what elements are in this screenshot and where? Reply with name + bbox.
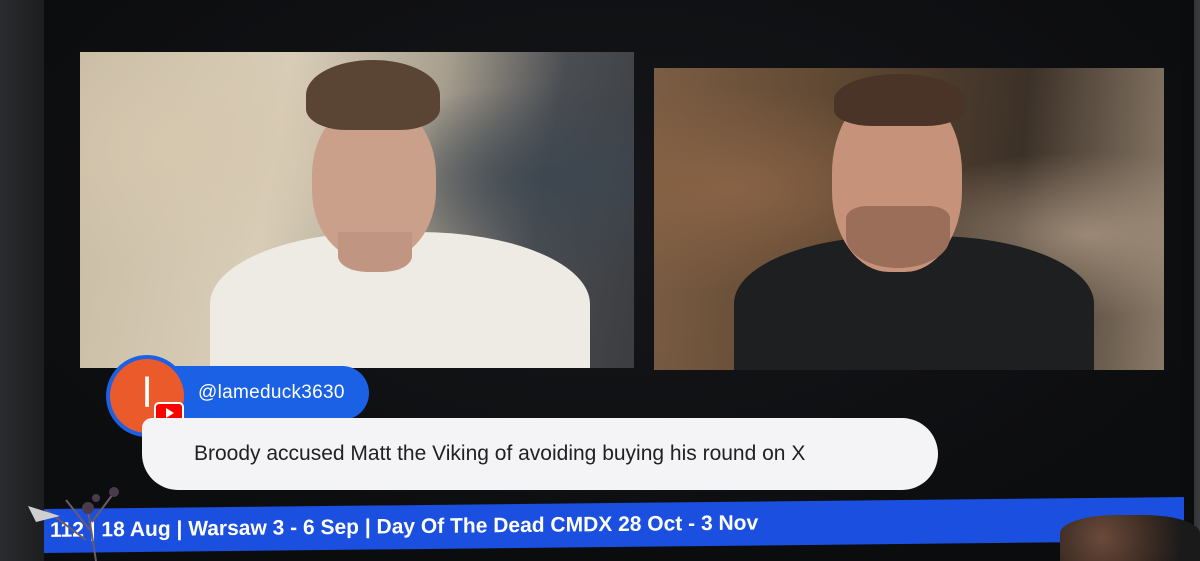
chat-username-pill: @lameduck3630 xyxy=(174,366,369,420)
chat-message-bubble: Broody accused Matt the Viking of avoidi… xyxy=(142,418,938,490)
person-left-neck xyxy=(338,232,412,272)
video-feed-right xyxy=(654,68,1164,370)
ticker-text: 112 | 18 Aug | Warsaw 3 - 6 Sep | Day Of… xyxy=(50,511,759,542)
person-right-hair xyxy=(834,74,964,126)
chat-username: @lameduck3630 xyxy=(198,382,345,403)
television: @lameduck3630 l Broody accused Matt the … xyxy=(44,0,1194,561)
video-feed-left xyxy=(80,52,634,368)
dried-plant-decoration xyxy=(28,487,119,561)
tv-screen: @lameduck3630 l Broody accused Matt the … xyxy=(44,0,1182,540)
person-right-beard xyxy=(846,206,950,268)
person-left-hair xyxy=(306,60,440,130)
chat-message-text: Broody accused Matt the Viking of avoidi… xyxy=(194,442,806,465)
flower-decoration xyxy=(1060,515,1200,561)
